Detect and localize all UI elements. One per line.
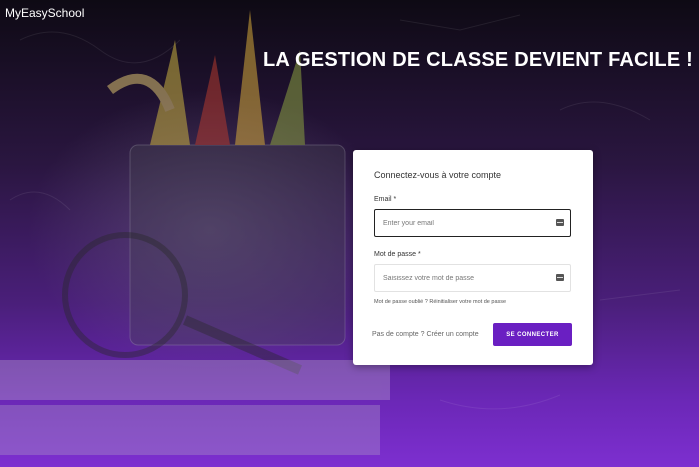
email-field-wrapper: [374, 209, 571, 237]
autofill-key-icon[interactable]: [556, 219, 564, 226]
brand-logo-text[interactable]: MyEasySchool: [5, 6, 84, 20]
login-button[interactable]: SE CONNECTER: [493, 323, 572, 346]
signup-link[interactable]: Pas de compte ? Créer un compte: [372, 331, 479, 338]
autofill-key-icon[interactable]: [556, 274, 564, 281]
login-title: Connectez-vous à votre compte: [374, 170, 502, 180]
login-card: Connectez-vous à votre compte Email * Mo…: [353, 150, 593, 365]
password-field-wrapper: [374, 264, 571, 292]
hero-headline: LA GESTION DE CLASSE DEVIENT FACILE !: [262, 49, 693, 71]
email-field[interactable]: [383, 210, 548, 236]
password-field[interactable]: [383, 265, 548, 291]
password-label: Mot de passe *: [374, 251, 421, 258]
email-label: Email *: [374, 196, 397, 203]
forgot-password-link[interactable]: Mot de passe oublié ? Réinitialiser votr…: [374, 299, 506, 305]
